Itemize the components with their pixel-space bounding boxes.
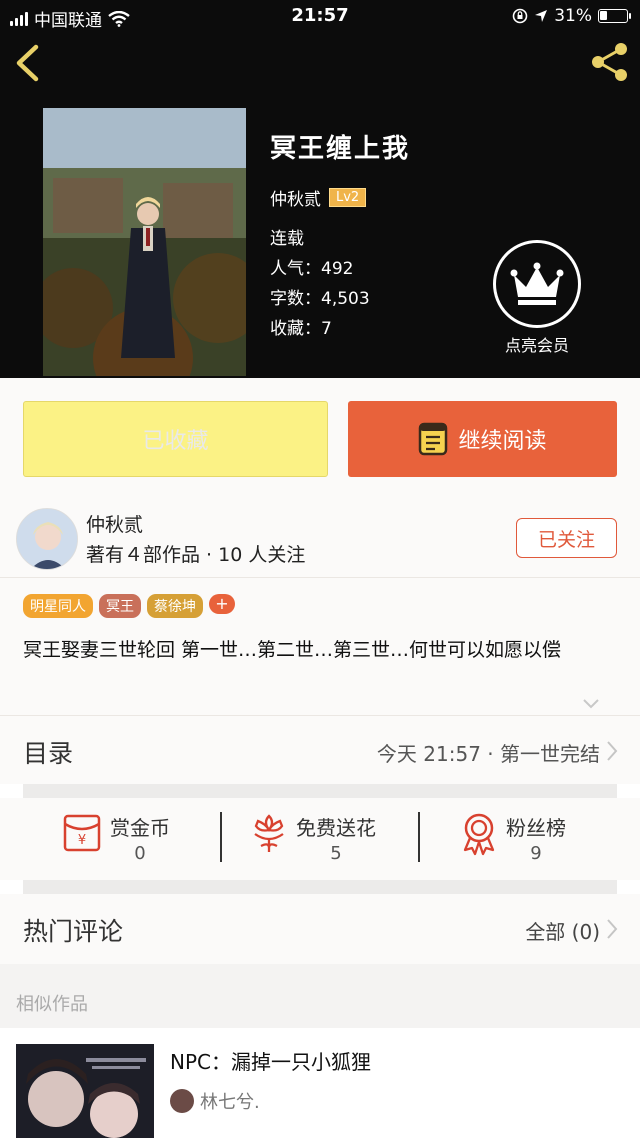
book-title: 冥王缠上我 [270, 134, 411, 164]
chevron-right-icon [607, 741, 618, 761]
comments-title: 热门评论 [23, 917, 124, 946]
book-header: 中国联通 21:57 31% 冥王缠上我 仲秋贰 Lv2 连载 人气：492 字… [0, 0, 640, 378]
medal-icon [463, 813, 495, 856]
tag-item[interactable]: 蔡徐坤 [147, 594, 203, 618]
tag-list: 明星同人 冥王 蔡徐坤 + [23, 594, 235, 618]
share-button[interactable] [588, 40, 632, 84]
similar-work-title[interactable]: NPC：漏掉一只小狐狸 [170, 1046, 371, 1075]
section-divider [23, 880, 617, 894]
tag-item[interactable]: 明星同人 [23, 594, 93, 618]
tag-item[interactable]: 冥王 [99, 594, 141, 618]
continue-reading-button[interactable]: 继续阅读 [348, 401, 617, 477]
hot-comments-row[interactable]: 热门评论 全部 (0) [0, 894, 640, 964]
toc-latest: 今天 21:57 · 第一世完结 [376, 742, 600, 766]
description-section: 明星同人 冥王 蔡徐坤 + 冥王娶妻三世轮回 第一世…第二世…第三世…何世可以如… [0, 578, 640, 716]
level-badge: Lv2 [329, 188, 367, 207]
section-divider [23, 784, 617, 798]
location-icon [535, 10, 548, 22]
similar-work-author: 林七兮. [200, 1092, 260, 1113]
back-button[interactable] [12, 40, 46, 84]
battery-icon [598, 9, 631, 23]
send-flowers-label: 免费送花 [296, 816, 376, 840]
reward-coins-button[interactable]: ¥ 赏金币 0 [62, 812, 170, 864]
support-stats: ¥ 赏金币 0 免费送花 5 粉丝榜 9 [0, 798, 640, 880]
add-tag-button[interactable]: + [209, 594, 235, 614]
fan-ranking-value: 9 [530, 843, 542, 864]
fan-ranking-button[interactable]: 粉丝榜 9 [460, 812, 566, 864]
similar-author-avatar [170, 1089, 194, 1113]
send-flowers-value: 5 [330, 843, 342, 864]
vip-button[interactable]: 点亮会员 [492, 240, 582, 356]
flower-icon [254, 814, 284, 852]
stat-divider [220, 812, 222, 862]
chevron-right-icon [607, 919, 618, 939]
action-buttons: 已收藏 继续阅读 [0, 378, 640, 496]
book-description: 冥王娶妻三世轮回 第一世…第二世…第三世…何世可以如愿以偿 [23, 639, 562, 661]
collected-label: 已收藏 [142, 429, 209, 454]
all-comments-link[interactable]: 全部 (0) [525, 916, 600, 945]
similar-works-header: 相似作品 [0, 964, 640, 1028]
stat-divider [418, 812, 420, 862]
crown-icon [510, 262, 564, 305]
status-bar: 中国联通 21:57 31% [0, 0, 640, 34]
book-cover [43, 108, 246, 376]
vip-label: 点亮会员 [504, 336, 569, 355]
share-icon [592, 43, 627, 81]
collected-button[interactable]: 已收藏 [23, 401, 328, 477]
similar-work-cover[interactable] [16, 1044, 154, 1138]
battery-percent: 31% [554, 6, 592, 26]
svg-text:¥: ¥ [78, 833, 86, 848]
red-envelope-icon: ¥ [63, 814, 101, 852]
book-icon [419, 422, 448, 456]
follow-button[interactable]: 已关注 [516, 518, 617, 558]
expand-description-button[interactable] [582, 694, 600, 713]
book-word-count: 字数：4,503 [270, 289, 370, 309]
continue-reading-label: 继续阅读 [458, 429, 547, 454]
author-name[interactable]: 仲秋贰 [86, 510, 143, 537]
author-stats: 著有４部作品 · 10 人关注 [86, 544, 306, 566]
reward-coins-label: 赏金币 [110, 816, 170, 840]
book-info: 冥王缠上我 仲秋贰 Lv2 连载 人气：492 字数：4,503 收藏：7 [270, 128, 410, 344]
reward-coins-value: 0 [134, 843, 146, 864]
table-of-contents-row[interactable]: 目录 今天 21:57 · 第一世完结 [0, 716, 640, 784]
book-favorites: 收藏：7 [270, 319, 332, 339]
similar-works-label: 相似作品 [16, 994, 88, 1015]
follow-label: 已关注 [537, 528, 595, 551]
chevron-down-icon [583, 699, 599, 709]
fan-ranking-label: 粉丝榜 [506, 816, 566, 840]
rotation-lock-icon [512, 8, 528, 24]
send-flowers-button[interactable]: 免费送花 5 [250, 812, 376, 864]
book-author[interactable]: 仲秋贰 [270, 185, 321, 210]
author-avatar[interactable] [16, 508, 78, 570]
similar-work-item[interactable]: NPC：漏掉一只小狐狸 林七兮. [0, 1028, 640, 1138]
book-popularity: 人气：492 [270, 259, 354, 279]
chevron-left-icon [16, 44, 39, 82]
toc-title: 目录 [23, 739, 74, 768]
book-status: 连载 [270, 229, 304, 249]
author-card[interactable]: 仲秋贰 著有４部作品 · 10 人关注 已关注 [0, 496, 640, 578]
